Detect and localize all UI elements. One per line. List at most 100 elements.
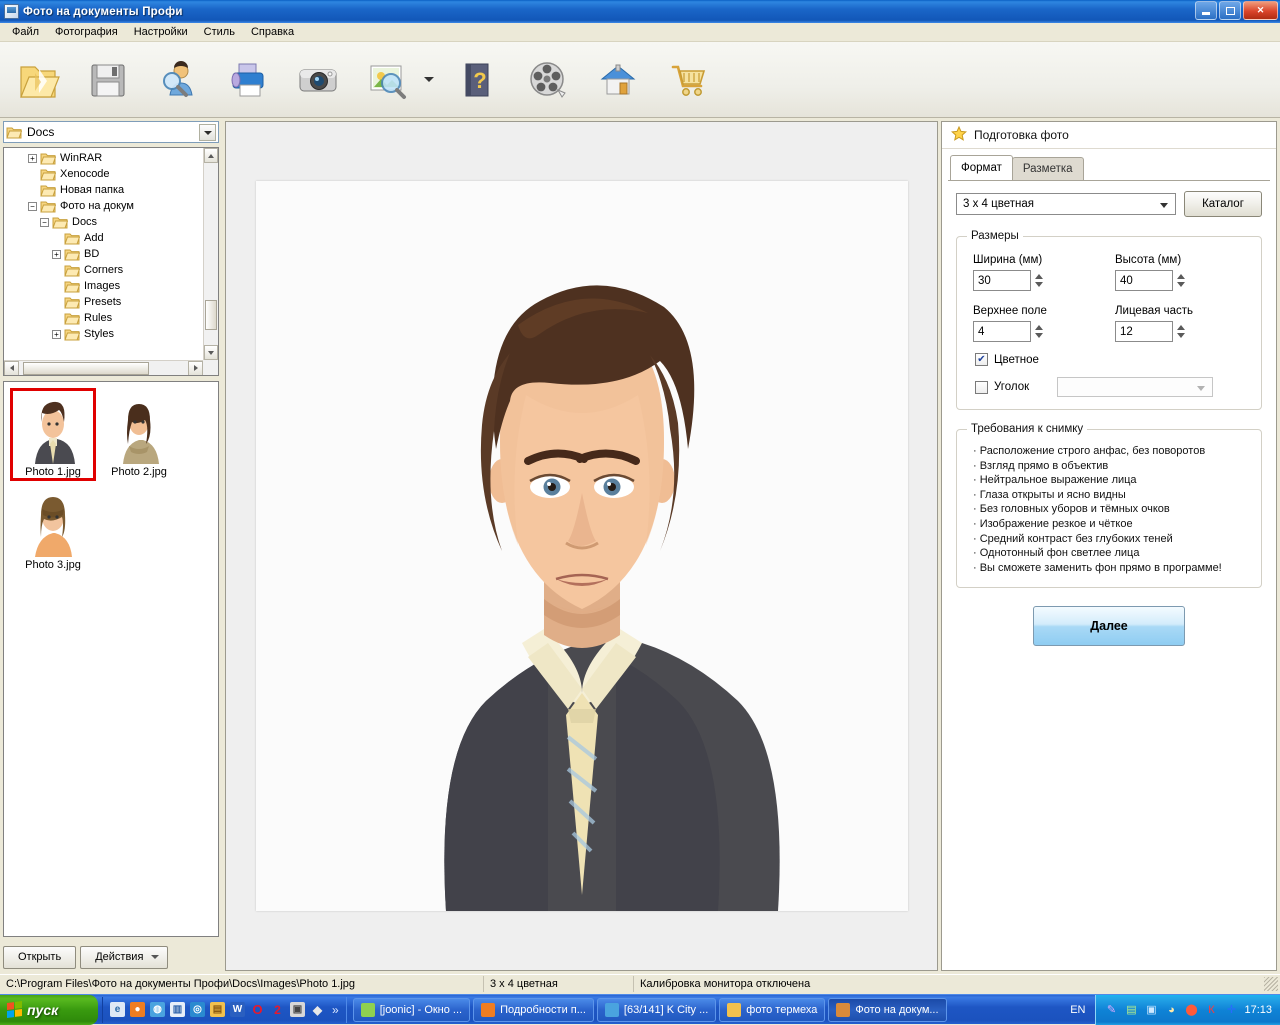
tray-pen-icon[interactable]: ✎: [1104, 1003, 1118, 1017]
save-button[interactable]: [82, 54, 134, 106]
quicklaunch-opera2-icon[interactable]: 2: [270, 1002, 285, 1017]
color-checkbox[interactable]: [975, 353, 988, 366]
tree-hscroll-thumb[interactable]: [23, 361, 149, 375]
scroll-down-arrow[interactable]: [204, 345, 218, 360]
tree-vertical-scrollbar[interactable]: [203, 148, 218, 360]
minimize-button[interactable]: [1195, 1, 1217, 20]
menu-photo[interactable]: Фотография: [47, 24, 126, 40]
thumbnail-item[interactable]: Photo 2.jpg: [96, 388, 182, 481]
face-part-input[interactable]: [1115, 321, 1173, 342]
preview-dropdown-caret[interactable]: [424, 77, 434, 82]
video-button[interactable]: [522, 54, 574, 106]
taskbar-item[interactable]: фото термеха: [719, 997, 826, 1022]
tray-shield-icon[interactable]: ⬤: [1184, 1003, 1198, 1017]
tray-network-icon[interactable]: ▤: [1124, 1003, 1138, 1017]
tray-volume-icon[interactable]: ◕: [1164, 1003, 1178, 1017]
quicklaunch-more-icon[interactable]: »: [332, 1003, 339, 1017]
tree-expander[interactable]: −: [40, 217, 49, 227]
tree-scroll-thumb[interactable]: [205, 300, 217, 330]
tree-expander[interactable]: +: [52, 329, 61, 339]
folder-tree[interactable]: + WinRAR Xenocode Новая папка − Фото на докум…: [3, 147, 219, 376]
corner-checkbox-row[interactable]: Уголок: [975, 377, 1251, 397]
tree-expander[interactable]: −: [28, 201, 37, 211]
quicklaunch-word-icon[interactable]: W: [230, 1002, 245, 1017]
tab-layout[interactable]: Разметка: [1011, 157, 1084, 180]
quicklaunch-media-icon[interactable]: ◎: [190, 1002, 205, 1017]
tab-format[interactable]: Формат: [950, 155, 1013, 180]
quicklaunch-opera-icon[interactable]: O: [250, 1002, 265, 1017]
height-stepper[interactable]: [1176, 274, 1185, 288]
quicklaunch-explorer-icon[interactable]: ▥: [170, 1002, 185, 1017]
taskbar-item[interactable]: [joonic] - Окно ...: [352, 997, 471, 1022]
tray-kaspersky-icon[interactable]: К: [1204, 1003, 1218, 1017]
start-button[interactable]: пуск: [0, 994, 98, 1025]
menu-settings[interactable]: Настройки: [126, 24, 196, 40]
menu-help[interactable]: Справка: [243, 24, 302, 40]
height-input[interactable]: [1115, 270, 1173, 291]
width-stepper[interactable]: [1034, 274, 1043, 288]
width-input[interactable]: [973, 270, 1031, 291]
top-margin-input[interactable]: [973, 321, 1031, 342]
tree-node[interactable]: + Styles: [4, 326, 203, 342]
taskbar-item[interactable]: Подробности п...: [473, 997, 594, 1022]
tree-node[interactable]: Images: [4, 278, 203, 294]
print-button[interactable]: [222, 54, 274, 106]
tree-expander[interactable]: +: [28, 153, 37, 163]
tree-node[interactable]: Новая папка: [4, 182, 203, 198]
quicklaunch-ie-icon[interactable]: e: [110, 1002, 125, 1017]
tree-node[interactable]: − Docs: [4, 214, 203, 230]
photo-canvas[interactable]: [225, 121, 938, 971]
tray-clock[interactable]: 17:13: [1244, 1004, 1272, 1016]
thumbnail-item[interactable]: Photo 1.jpg: [10, 388, 96, 481]
scroll-right-arrow[interactable]: [188, 360, 203, 375]
folder-combobox[interactable]: Docs: [3, 121, 219, 143]
menu-file[interactable]: Файл: [4, 24, 47, 40]
thumbnail-item[interactable]: Photo 3.jpg: [10, 481, 96, 574]
quicklaunch-diamond-icon[interactable]: ◆: [310, 1002, 325, 1017]
tree-node[interactable]: + BD: [4, 246, 203, 262]
quicklaunch-save-icon[interactable]: ▣: [290, 1002, 305, 1017]
quicklaunch-calendar-icon[interactable]: ▤: [210, 1002, 225, 1017]
tray-arrows-icon[interactable]: ✛: [1224, 1003, 1238, 1017]
resize-grip[interactable]: [1264, 976, 1278, 991]
folder-combobox-arrow[interactable]: [199, 124, 216, 141]
buy-button[interactable]: [662, 54, 714, 106]
open-folder-button[interactable]: [12, 54, 64, 106]
corner-select[interactable]: [1057, 377, 1214, 397]
taskbar-item[interactable]: Фото на докум...: [828, 997, 947, 1022]
open-file-button[interactable]: Открыть: [3, 945, 77, 969]
help-button[interactable]: ?: [452, 54, 504, 106]
scroll-up-arrow[interactable]: [204, 148, 218, 163]
restore-button[interactable]: [1219, 1, 1241, 20]
camera-button[interactable]: [292, 54, 344, 106]
menu-style[interactable]: Стиль: [196, 24, 243, 40]
taskbar-item[interactable]: [63/141] K City ...: [596, 997, 717, 1022]
face-part-stepper[interactable]: [1176, 325, 1185, 339]
tree-node[interactable]: Add: [4, 230, 203, 246]
tree-node[interactable]: Presets: [4, 294, 203, 310]
catalog-button[interactable]: Каталог: [1184, 191, 1262, 217]
quicklaunch-firefox-icon[interactable]: ●: [130, 1002, 145, 1017]
tree-node[interactable]: Rules: [4, 310, 203, 326]
find-person-button[interactable]: [152, 54, 204, 106]
corner-checkbox[interactable]: [975, 380, 988, 394]
home-button[interactable]: [592, 54, 644, 106]
preview-button[interactable]: [362, 54, 414, 106]
tree-node[interactable]: Xenocode: [4, 166, 203, 182]
thumbnail-list[interactable]: Photo 1.jpg Photo 2.jpg Photo 3.jpg: [3, 381, 219, 937]
tree-expander[interactable]: +: [52, 249, 61, 259]
tray-display-icon[interactable]: ▣: [1144, 1003, 1158, 1017]
scroll-left-arrow[interactable]: [4, 360, 19, 375]
language-indicator[interactable]: EN: [1060, 1004, 1095, 1016]
actions-button[interactable]: Действия: [80, 945, 169, 969]
close-button[interactable]: ✕: [1243, 1, 1278, 20]
quicklaunch-globe-icon[interactable]: ◍: [150, 1002, 165, 1017]
next-button[interactable]: Далее: [1033, 606, 1185, 647]
tree-node[interactable]: − Фото на докум: [4, 198, 203, 214]
tree-node[interactable]: Corners: [4, 262, 203, 278]
tree-node[interactable]: + WinRAR: [4, 150, 203, 166]
color-checkbox-row[interactable]: Цветное: [975, 353, 1251, 366]
top-margin-stepper[interactable]: [1034, 325, 1043, 339]
format-select[interactable]: 3 x 4 цветная: [956, 193, 1176, 215]
tree-horizontal-scrollbar[interactable]: [4, 360, 203, 375]
